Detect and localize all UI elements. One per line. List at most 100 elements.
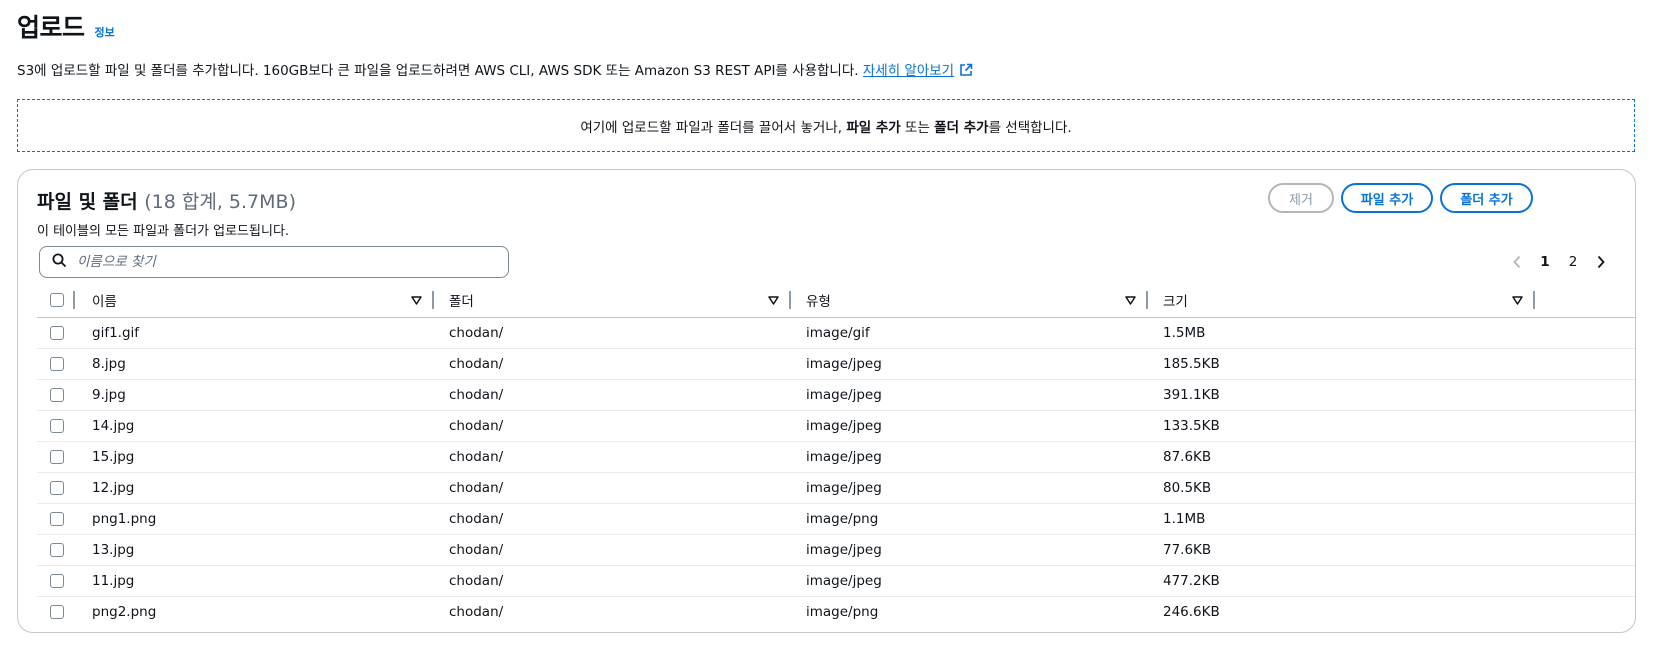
row-checkbox[interactable] [50, 388, 64, 402]
remove-button[interactable]: 제거 [1268, 183, 1334, 213]
info-link[interactable]: 정보 [95, 24, 115, 40]
column-header-size[interactable]: 크기 [1148, 283, 1535, 317]
search-box [39, 246, 509, 278]
drop-zone[interactable]: 여기에 업로드할 파일과 폴더를 끌어서 놓거나, 파일 추가 또는 폴더 추가… [17, 99, 1635, 152]
dropzone-add-folder: 폴더 추가 [934, 119, 989, 136]
sort-caret-icon[interactable] [1125, 294, 1136, 310]
cell-type: image/jpeg [806, 542, 882, 558]
cell-type: image/jpeg [806, 449, 882, 465]
row-select-cell [50, 411, 64, 441]
cell-type: image/jpeg [806, 356, 882, 372]
page-title: 업로드 [17, 13, 85, 42]
row-checkbox[interactable] [50, 450, 64, 464]
dropzone-add-files: 파일 추가 [846, 119, 901, 136]
cell-size: 77.6KB [1163, 542, 1212, 558]
column-folder-label: 폴더 [449, 294, 474, 310]
table-row[interactable]: png2.png chodan/image/png 246.6KB [37, 597, 1635, 627]
select-all-header [37, 283, 77, 317]
panel-count: (18 합계, 5.7MB) [144, 191, 296, 213]
row-checkbox[interactable] [50, 326, 64, 340]
search-input[interactable] [75, 253, 499, 271]
cell-folder: chodan/ [449, 511, 504, 527]
learn-more-link[interactable]: 자세히 알아보기 [863, 63, 973, 79]
row-select-cell [50, 504, 64, 534]
row-checkbox[interactable] [50, 357, 64, 371]
table-row[interactable]: 12.jpg chodan/image/jpeg 80.5KB [37, 473, 1635, 504]
cell-type: image/jpeg [806, 418, 882, 434]
cell-size: 246.6KB [1163, 604, 1220, 620]
column-divider [73, 291, 75, 309]
select-all-checkbox[interactable] [50, 293, 64, 307]
cell-folder: chodan/ [449, 542, 504, 558]
row-checkbox[interactable] [50, 574, 64, 588]
dropzone-prefix: 여기에 업로드할 파일과 폴더를 끌어서 놓거나, [580, 119, 843, 136]
cell-type: image/gif [806, 325, 870, 341]
prev-page-button[interactable] [1503, 250, 1531, 274]
cell-folder: chodan/ [449, 604, 504, 620]
column-header-folder[interactable]: 폴더 [434, 283, 791, 317]
add-folder-button[interactable]: 폴더 추가 [1440, 183, 1533, 213]
row-select-cell [50, 442, 64, 472]
cell-name: 8.jpg [92, 356, 126, 372]
column-header-name[interactable]: 이름 [77, 283, 434, 317]
table-row[interactable]: 11.jpg chodan/image/jpeg 477.2KB [37, 566, 1635, 597]
files-and-folders-panel: 파일 및 폴더 (18 합계, 5.7MB) 이 테이블의 모든 파일과 폴더가… [17, 169, 1636, 633]
cell-size: 1.1MB [1163, 511, 1206, 527]
cell-name: 13.jpg [92, 542, 135, 558]
cell-name: 9.jpg [92, 387, 126, 403]
table-row[interactable]: 8.jpg chodan/image/jpeg 185.5KB [37, 349, 1635, 380]
sort-caret-icon[interactable] [1512, 294, 1523, 310]
cell-size: 87.6KB [1163, 449, 1212, 465]
row-checkbox[interactable] [50, 605, 64, 619]
next-page-button[interactable] [1587, 250, 1615, 274]
search-icon [52, 253, 67, 272]
cell-folder: chodan/ [449, 356, 504, 372]
row-checkbox[interactable] [50, 512, 64, 526]
table-row[interactable]: gif1.gif chodan/image/gif 1.5MB [37, 318, 1635, 349]
cell-folder: chodan/ [449, 325, 504, 341]
row-checkbox[interactable] [50, 419, 64, 433]
row-select-cell [50, 597, 64, 627]
cell-type: image/png [806, 511, 879, 527]
cell-type: image/png [806, 604, 879, 620]
cell-name: 12.jpg [92, 480, 135, 496]
cell-name: png2.png [92, 604, 157, 620]
cell-folder: chodan/ [449, 418, 504, 434]
table-row[interactable]: 15.jpg chodan/image/jpeg 87.6KB [37, 442, 1635, 473]
pagination: 1 2 [1503, 250, 1615, 274]
description-text: S3에 업로드할 파일 및 폴더를 추가합니다. 160GB보다 큰 파일을 업… [17, 63, 859, 79]
page-2-button[interactable]: 2 [1559, 250, 1587, 274]
cell-name: 15.jpg [92, 449, 135, 465]
cell-folder: chodan/ [449, 387, 504, 403]
row-select-cell [50, 535, 64, 565]
cell-name: png1.png [92, 511, 157, 527]
table-row[interactable]: png1.png chodan/image/png 1.1MB [37, 504, 1635, 535]
row-select-cell [50, 566, 64, 596]
table-row[interactable]: 14.jpg chodan/image/jpeg 133.5KB [37, 411, 1635, 442]
row-checkbox[interactable] [50, 481, 64, 495]
cell-folder: chodan/ [449, 449, 504, 465]
cell-type: image/jpeg [806, 573, 882, 589]
row-checkbox[interactable] [50, 543, 64, 557]
sort-caret-icon[interactable] [768, 294, 779, 310]
cell-size: 80.5KB [1163, 480, 1212, 496]
row-select-cell [50, 318, 64, 348]
row-select-cell [50, 349, 64, 379]
column-header-type[interactable]: 유형 [791, 283, 1148, 317]
row-select-cell [50, 473, 64, 503]
table-row[interactable]: 13.jpg chodan/image/jpeg 77.6KB [37, 535, 1635, 566]
page-1-button[interactable]: 1 [1531, 250, 1559, 274]
column-divider[interactable] [1533, 291, 1535, 309]
column-type-label: 유형 [806, 294, 831, 310]
add-files-button[interactable]: 파일 추가 [1341, 183, 1433, 213]
dropzone-suffix: 를 선택합니다. [988, 119, 1072, 136]
cell-type: image/jpeg [806, 480, 882, 496]
panel-title-text: 파일 및 폴더 [37, 191, 138, 213]
page-description: S3에 업로드할 파일 및 폴더를 추가합니다. 160GB보다 큰 파일을 업… [17, 59, 973, 81]
external-link-icon [959, 63, 973, 81]
table-row[interactable]: 9.jpg chodan/image/jpeg 391.1KB [37, 380, 1635, 411]
header: 업로드 정보 [17, 8, 115, 44]
sort-caret-icon[interactable] [411, 294, 422, 310]
cell-name: 14.jpg [92, 418, 135, 434]
files-table: 이름 폴더 유형 크기 gif1.gif chodan/ image/gif 1… [37, 283, 1635, 627]
